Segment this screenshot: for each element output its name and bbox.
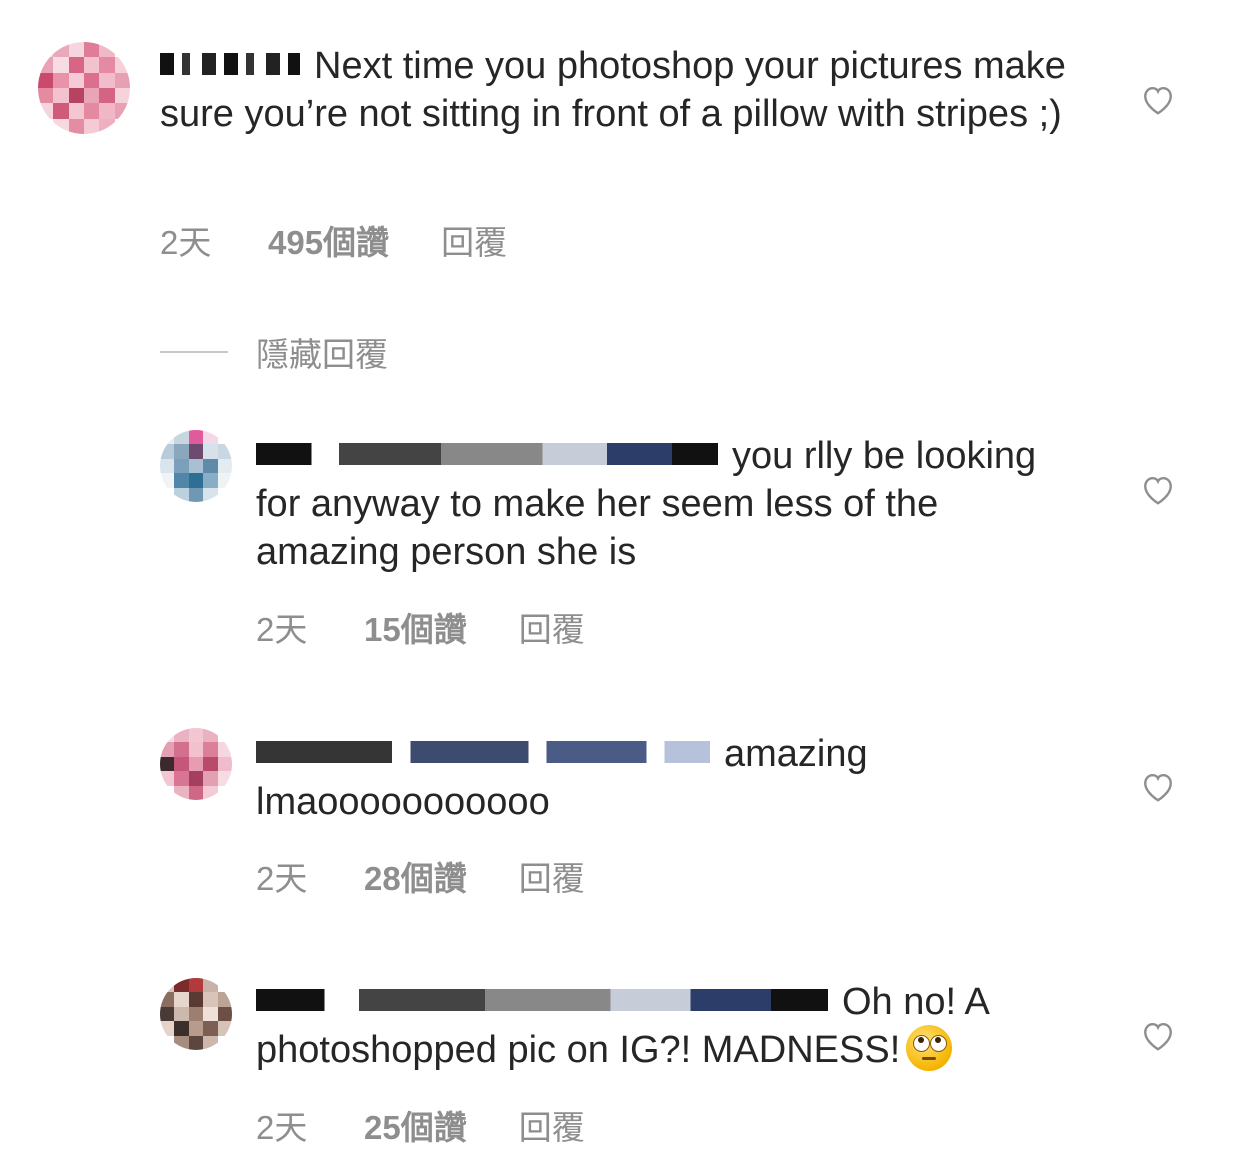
comment-meta: 2天 15個讚 回覆 [256,603,585,651]
reply-button[interactable]: 回覆 [519,603,585,651]
timestamp: 2天 [256,611,308,648]
like-count[interactable]: 495個讚 [268,216,389,264]
heart-icon[interactable] [1140,769,1176,803]
comment-meta: 2天 495個讚 回覆 [160,216,507,264]
username[interactable] [160,52,300,75]
comment-text: amazing lmaooooooooooo [256,733,868,823]
face-with-rolling-eyes-emoji [906,1024,953,1071]
hide-replies-toggle[interactable]: 隱藏回覆 [160,328,388,376]
hide-replies-label: 隱藏回覆 [256,336,388,373]
like-count[interactable]: 15個讚 [364,603,467,651]
username[interactable] [256,740,710,763]
like-count[interactable]: 28個讚 [364,852,467,900]
username[interactable] [256,442,718,465]
comment-text: Next time you photoshop your pictures ma… [160,45,1066,135]
comment-meta: 2天 28個讚 回覆 [256,852,585,900]
comment-meta: 2天 25個讚 回覆 [256,1101,585,1149]
comment-text: you rlly be looking for anyway to make h… [256,435,1037,573]
heart-icon[interactable] [1140,1018,1176,1052]
heart-icon[interactable] [1140,82,1176,116]
reply-button[interactable]: 回覆 [441,216,507,264]
reply-button[interactable]: 回覆 [519,1101,585,1149]
comment-text: Oh no! A photoshopped pic on IG?! MADNES… [256,981,988,1071]
avatar[interactable] [160,728,232,800]
timestamp: 2天 [160,224,212,261]
timestamp: 2天 [256,1109,308,1146]
avatar[interactable] [38,42,130,134]
heart-icon[interactable] [1140,472,1176,506]
reply-button[interactable]: 回覆 [519,852,585,900]
like-count[interactable]: 25個讚 [364,1101,467,1149]
timestamp: 2天 [256,860,308,897]
avatar[interactable] [160,430,232,502]
divider [160,351,228,353]
avatar[interactable] [160,978,232,1050]
username[interactable] [256,988,828,1011]
